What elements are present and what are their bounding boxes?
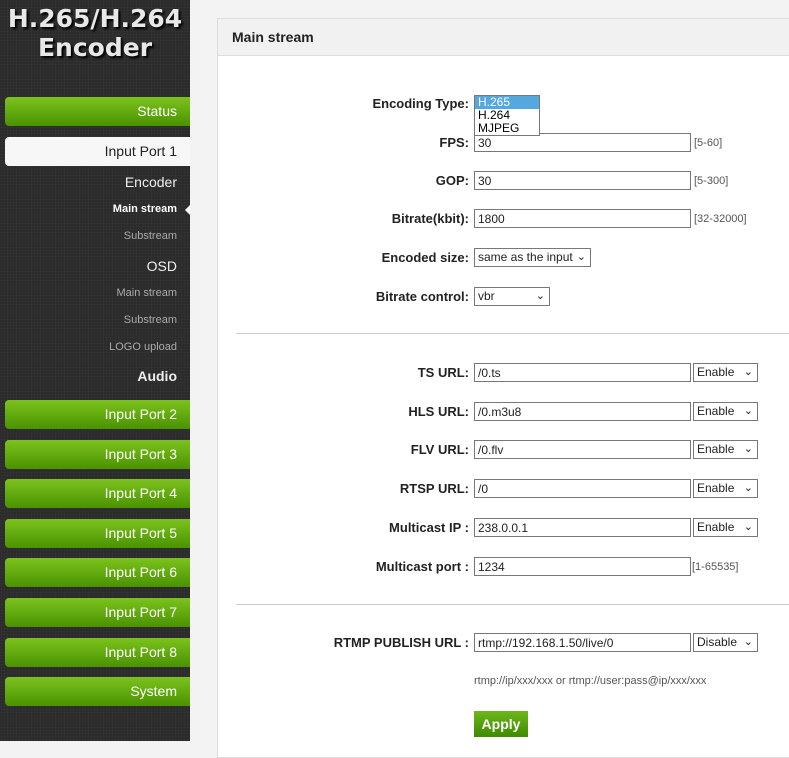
logo-line1: H.265/H.264 xyxy=(7,4,183,33)
range-hint: [5-300] xyxy=(694,175,729,187)
rtmp-enable-select[interactable]: Disable ⌄ xyxy=(693,633,758,652)
hls-enable-select[interactable]: Enable ⌄ xyxy=(693,402,758,421)
row-multicast-ip: Multicast IP : Enable ⌄ xyxy=(218,518,789,538)
nav-encoder-main-stream[interactable]: Main stream xyxy=(113,203,177,215)
nav-input-port-4[interactable]: Input Port 4 xyxy=(5,479,190,508)
nav-logo-upload[interactable]: LOGO upload xyxy=(109,341,177,353)
label: Multicast IP : xyxy=(389,520,469,535)
nav-input-port-6[interactable]: Input Port 6 xyxy=(5,558,190,587)
encoded-size-select[interactable]: same as the input ⌄ xyxy=(474,248,591,267)
main-panel: Main stream Encoding Type: H.265 H.264 M… xyxy=(217,18,789,758)
chevron-down-icon: ⌄ xyxy=(743,443,753,455)
nav-osd-substream[interactable]: Substream xyxy=(124,314,177,326)
label: FLV URL: xyxy=(410,442,469,457)
chevron-down-icon: ⌄ xyxy=(743,521,753,533)
row-bitrate-control: Bitrate control: vbr ⌄ xyxy=(218,287,789,307)
nav-input-port-5[interactable]: Input Port 5 xyxy=(5,519,190,548)
label: Bitrate control: xyxy=(375,289,469,304)
multicast-enable-select[interactable]: Enable ⌄ xyxy=(693,518,758,537)
nav-input-port-7[interactable]: Input Port 7 xyxy=(5,598,190,627)
nav-input-port-2[interactable]: Input Port 2 xyxy=(5,400,190,429)
gop-input[interactable] xyxy=(474,171,691,190)
row-rtsp-url: RTSP URL: Enable ⌄ xyxy=(218,479,789,499)
value: Enable xyxy=(697,520,735,534)
ts-enable-select[interactable]: Enable ⌄ xyxy=(693,363,758,382)
sidebar: H.265/H.264 Encoder Status Input Port 1 E… xyxy=(0,0,190,741)
label: Encoded size: xyxy=(381,250,469,265)
value: Enable xyxy=(697,365,735,379)
nav-osd-main-stream[interactable]: Main stream xyxy=(116,287,177,299)
chevron-down-icon: ⌄ xyxy=(743,405,753,417)
nav-osd[interactable]: OSD xyxy=(147,258,177,274)
divider xyxy=(236,604,789,605)
apply-button[interactable]: Apply xyxy=(474,711,528,737)
range-hint: [1-65535] xyxy=(692,561,739,573)
label: Bitrate(kbit): xyxy=(391,211,469,226)
multicast-port-input[interactable] xyxy=(474,557,691,576)
label: FPS: xyxy=(439,135,469,150)
rtmp-url-input[interactable] xyxy=(474,633,691,652)
value: Enable xyxy=(697,481,735,495)
nav-input-port-3[interactable]: Input Port 3 xyxy=(5,440,190,469)
option-mjpeg[interactable]: MJPEG xyxy=(475,122,539,135)
rtsp-enable-select[interactable]: Enable ⌄ xyxy=(693,479,758,498)
row-rtmp-url: RTMP PUBLISH URL : Disable ⌄ xyxy=(218,633,789,653)
chevron-down-icon: ⌄ xyxy=(743,636,753,648)
chevron-down-icon: ⌄ xyxy=(576,251,586,263)
value: Enable xyxy=(697,442,735,456)
ts-url-input[interactable] xyxy=(474,363,691,382)
chevron-down-icon: ⌄ xyxy=(743,482,753,494)
logo-line2: Encoder xyxy=(37,33,153,62)
row-gop: GOP: [5-300] xyxy=(218,171,789,191)
row-flv-url: FLV URL: Enable ⌄ xyxy=(218,440,789,460)
bitrate-input[interactable] xyxy=(474,209,691,228)
label: Encoding Type: xyxy=(372,96,469,111)
nav-status[interactable]: Status xyxy=(5,97,190,126)
row-hls-url: HLS URL: Enable ⌄ xyxy=(218,402,789,422)
label: TS URL: xyxy=(417,365,469,380)
label: RTSP URL: xyxy=(399,481,469,496)
current-indicator xyxy=(185,205,190,215)
value: Enable xyxy=(697,404,735,418)
panel-title: Main stream xyxy=(218,19,789,56)
row-bitrate: Bitrate(kbit): [32-32000] xyxy=(218,209,789,229)
nav-encoder[interactable]: Encoder xyxy=(125,174,177,190)
flv-enable-select[interactable]: Enable ⌄ xyxy=(693,440,758,459)
nav-encoder-substream[interactable]: Substream xyxy=(124,230,177,242)
rtmp-format-hint: rtmp://ip/xxx/xxx or rtmp://user:pass@ip… xyxy=(474,675,707,687)
label: GOP: xyxy=(435,173,469,188)
range-hint: [5-60] xyxy=(694,137,723,149)
label: RTMP PUBLISH URL : xyxy=(333,635,469,650)
row-encoded-size: Encoded size: same as the input ⌄ xyxy=(218,248,789,268)
row-ts-url: TS URL: Enable ⌄ xyxy=(218,363,789,383)
bitrate-control-select[interactable]: vbr ⌄ xyxy=(474,287,550,306)
nav-input-port-1[interactable]: Input Port 1 xyxy=(5,137,190,166)
row-multicast-port: Multicast port : [1-65535] xyxy=(218,557,789,577)
value: same as the input xyxy=(478,250,573,264)
row-fps: FPS: [5-60] xyxy=(218,133,789,153)
flv-url-input[interactable] xyxy=(474,440,691,459)
encoding-type-dropdown[interactable]: H.265 H.264 MJPEG xyxy=(474,95,540,136)
chevron-down-icon: ⌄ xyxy=(743,366,753,378)
value: Disable xyxy=(697,635,738,649)
chevron-down-icon: ⌄ xyxy=(535,290,545,302)
range-hint: [32-32000] xyxy=(694,213,747,225)
label: HLS URL: xyxy=(408,404,469,419)
nav-system[interactable]: System xyxy=(5,677,190,706)
logo: H.265/H.264 Encoder xyxy=(0,4,190,62)
nav-audio[interactable]: Audio xyxy=(137,368,177,384)
hls-url-input[interactable] xyxy=(474,402,691,421)
label: Multicast port : xyxy=(375,559,469,574)
nav-input-port-8[interactable]: Input Port 8 xyxy=(5,638,190,667)
value: vbr xyxy=(478,289,495,303)
divider xyxy=(236,333,789,334)
multicast-ip-input[interactable] xyxy=(474,518,691,537)
rtsp-url-input[interactable] xyxy=(474,479,691,498)
